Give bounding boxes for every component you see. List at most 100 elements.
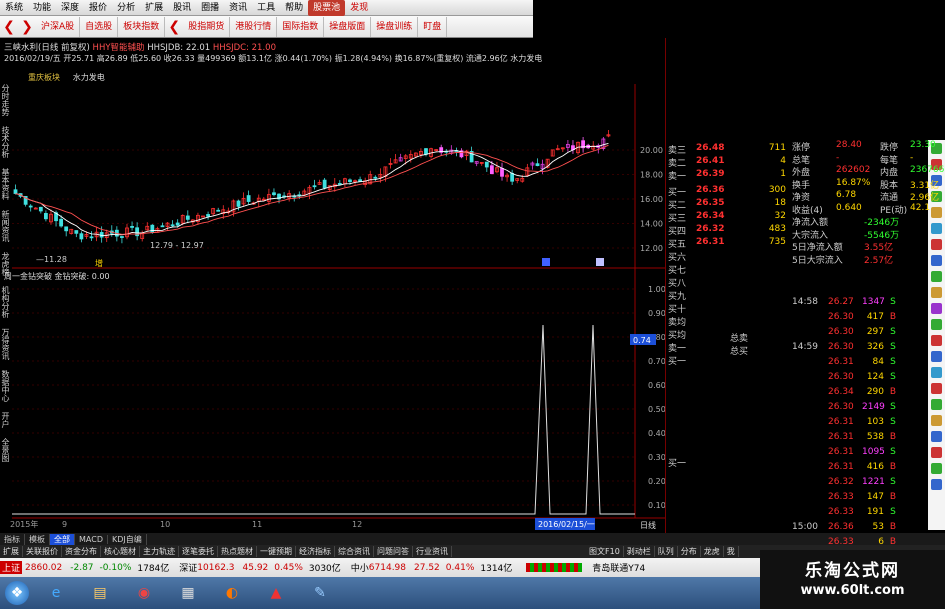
- side-tool-icon[interactable]: [931, 367, 942, 378]
- side-tool-icon[interactable]: [931, 447, 942, 458]
- time-axis-label: 9: [62, 520, 67, 529]
- stat-cell: [938, 240, 945, 251]
- tick-side: S: [890, 372, 896, 382]
- bottom-link-9[interactable]: 综合资讯: [335, 546, 374, 557]
- tick-time: [792, 402, 828, 412]
- bottom-link-8[interactable]: 经济指标: [296, 546, 335, 557]
- tick-volume: 290: [866, 387, 884, 397]
- side-tool-icon[interactable]: [931, 271, 942, 282]
- paint-icon[interactable]: ✎: [303, 580, 337, 606]
- tick-row: 26.31 1095 S: [792, 447, 902, 457]
- tick-row: 26.31 84 S: [792, 357, 902, 367]
- left-tab-7[interactable]: 数据中心: [0, 370, 11, 402]
- stat-row: 涨停 28.40 跌停 23.30: [792, 140, 945, 153]
- left-tab-5[interactable]: 机构分析: [0, 286, 11, 318]
- tick-side: S: [890, 357, 896, 367]
- tick-side: B: [889, 537, 897, 547]
- order-book-row: 卖二 26.41 4: [668, 156, 786, 169]
- zx-index-label[interactable]: 中小: [351, 561, 369, 574]
- side-tool-icon[interactable]: [931, 415, 942, 426]
- order-extra-label: 买六: [668, 253, 687, 263]
- left-tab-6[interactable]: 万得资讯: [0, 328, 11, 360]
- sz-index-amount: 3030亿: [308, 564, 341, 574]
- side-tool-icon[interactable]: [931, 479, 942, 490]
- side-tool-icon[interactable]: [931, 303, 942, 314]
- bottom-link-12[interactable]: 图文F10: [586, 546, 624, 557]
- chrome-icon[interactable]: ◉: [127, 580, 161, 606]
- bottom-link-14[interactable]: 队列: [655, 546, 678, 557]
- bottom-link-7[interactable]: 一键预期: [257, 546, 296, 557]
- bottom-link-5[interactable]: 逐笔委托: [179, 546, 218, 557]
- indicator-tick-label: 0.60: [648, 381, 665, 390]
- event-marker: 增: [95, 258, 103, 268]
- side-tool-icon[interactable]: [931, 335, 942, 346]
- ma-line-short: [15, 143, 609, 236]
- start-orb-icon[interactable]: ❖: [5, 581, 29, 605]
- indicator-tick-label: 0.40: [648, 429, 665, 438]
- tick-row: 26.34 290 B: [792, 387, 902, 397]
- firefox-icon[interactable]: ◐: [215, 580, 249, 606]
- bottom-link-10[interactable]: 问题问答: [374, 546, 413, 557]
- bottom-link-15[interactable]: 分布: [678, 546, 701, 557]
- sector-tag-2[interactable]: 水力发电: [73, 73, 105, 82]
- tick-row: 26.30 417 B: [792, 312, 902, 322]
- sector-tag-1[interactable]: 重庆板块: [28, 73, 60, 82]
- left-tab-2[interactable]: 基本资料: [0, 168, 11, 200]
- indicator-tab-1[interactable]: 模板: [25, 533, 50, 545]
- bottom-link-16[interactable]: 龙虎: [701, 546, 724, 557]
- stat-cell: 每笔: [880, 155, 899, 166]
- left-tab-3[interactable]: 新闻资讯: [0, 210, 11, 242]
- left-tab-0[interactable]: 分时走势: [0, 84, 11, 116]
- status-bar: 上证 2860.02 -2.87 -0.10% 1784亿 深证 10162.3…: [0, 558, 760, 577]
- bottom-link-0[interactable]: 扩展: [0, 546, 23, 557]
- tick-volume: 53: [872, 522, 884, 532]
- tick-side: S: [890, 417, 896, 427]
- bottom-link-11[interactable]: 行业资讯: [413, 546, 452, 557]
- tick-time: [792, 372, 828, 382]
- order-level-label: 卖一: [668, 172, 687, 182]
- left-tab-8[interactable]: 开户: [0, 412, 11, 428]
- ie-icon[interactable]: e: [39, 580, 73, 606]
- bottom-link-13[interactable]: 剥动栏: [624, 546, 655, 557]
- tick-volume: 84: [872, 357, 884, 367]
- indicator-tab-2[interactable]: 全部: [50, 533, 75, 545]
- stock-app-icon[interactable]: ▲: [259, 580, 293, 606]
- side-tool-icon[interactable]: [931, 351, 942, 362]
- tick-price: 26.30: [828, 372, 854, 382]
- order-extra-label: 买七: [668, 266, 687, 276]
- indicator-tab-4[interactable]: KDJ自编: [108, 533, 147, 545]
- side-tool-icon[interactable]: [931, 383, 942, 394]
- indicator-name: HHY智能辅助: [92, 43, 145, 53]
- order-extra-label: 买均: [668, 331, 687, 341]
- left-tab-1[interactable]: 技术分析: [0, 126, 11, 158]
- folder-icon[interactable]: ▤: [83, 580, 117, 606]
- sz-index-pct: 0.45%: [274, 562, 303, 573]
- tick-side: B: [889, 387, 897, 397]
- server-label: 青岛联通Y74: [592, 564, 646, 574]
- tick-time: [792, 432, 828, 442]
- bottom-link-4[interactable]: 主力轨迹: [140, 546, 179, 557]
- side-tool-icon[interactable]: [931, 399, 942, 410]
- price-tick-label: 18.00: [640, 171, 663, 180]
- left-tab-4[interactable]: 龙虎榜: [0, 252, 11, 276]
- sh-index-pct: -0.10%: [99, 562, 132, 573]
- sh-index-label[interactable]: 上证: [0, 561, 23, 574]
- app-icon[interactable]: ▦: [171, 580, 205, 606]
- side-tool-icon[interactable]: [931, 431, 942, 442]
- side-tool-icon[interactable]: [931, 319, 942, 330]
- tick-side: S: [890, 447, 896, 457]
- candle-body: [59, 218, 64, 227]
- bottom-link-6[interactable]: 热点题材: [218, 546, 257, 557]
- bottom-link-1[interactable]: 关联报价: [23, 546, 62, 557]
- left-tab-9[interactable]: 全景图: [0, 438, 11, 462]
- tick-time: [792, 507, 828, 517]
- indicator-tab-3[interactable]: MACD: [75, 534, 108, 544]
- bottom-link-17[interactable]: 我: [724, 546, 739, 557]
- bottom-link-2[interactable]: 资金分布: [62, 546, 101, 557]
- stat-cell: [908, 253, 938, 264]
- indicator-tab-0[interactable]: 指标: [0, 533, 25, 545]
- side-tool-icon[interactable]: [931, 463, 942, 474]
- side-tool-icon[interactable]: [931, 287, 942, 298]
- bottom-link-3[interactable]: 核心题材: [101, 546, 140, 557]
- sz-index-label[interactable]: 深证: [179, 561, 197, 574]
